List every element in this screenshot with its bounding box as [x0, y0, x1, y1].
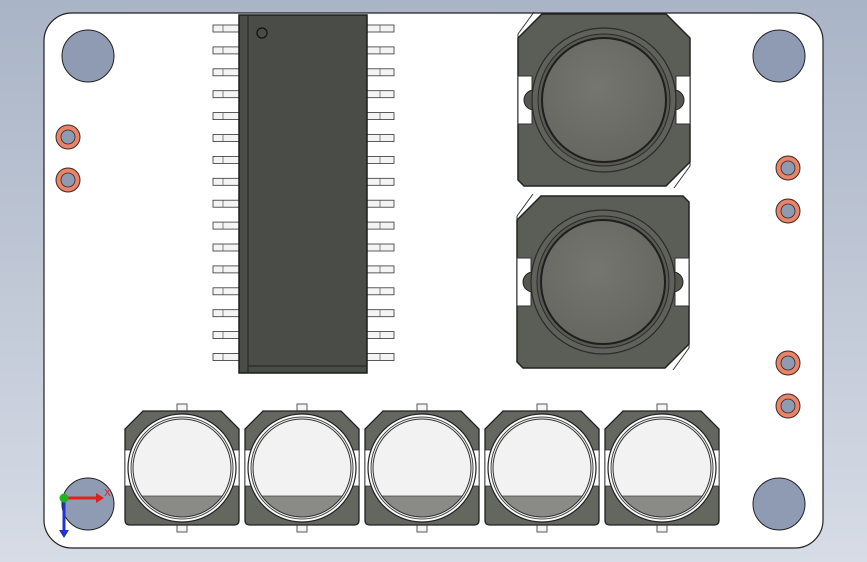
- pad-hole: [780, 203, 796, 219]
- ic-pin-left-3: [212, 68, 241, 77]
- capacitor-3[interactable]: [364, 403, 480, 533]
- pad-hole: [780, 160, 796, 176]
- ic-pin-left-11: [212, 243, 241, 252]
- ic-pin-left-9: [212, 199, 241, 208]
- mounting-hole-top-right[interactable]: [752, 29, 806, 83]
- ic-pin-right-11: [366, 243, 395, 252]
- capacitor-1[interactable]: [124, 403, 240, 533]
- ic-pin-left-13: [212, 287, 241, 296]
- pad-3[interactable]: [775, 155, 801, 181]
- pcb-model-view[interactable]: X: [0, 0, 867, 562]
- ic-pin-right-16: [366, 353, 395, 361]
- ic-pin-right-8: [366, 177, 395, 186]
- pad-hole: [780, 355, 796, 371]
- ic-pin-right-6: [366, 134, 395, 142]
- ic-pin-right-3: [366, 68, 395, 77]
- ic-pin-right-9: [366, 199, 395, 208]
- x-axis-label: X: [104, 488, 111, 499]
- ic-pin-right-10: [366, 221, 395, 230]
- cad-viewport[interactable]: X: [0, 0, 867, 562]
- pad-5[interactable]: [775, 350, 801, 376]
- ic-pin-right-1: [366, 24, 395, 33]
- inductor-1[interactable]: [517, 11, 691, 189]
- inductor-core: [540, 219, 666, 345]
- capacitor-4[interactable]: [484, 403, 600, 533]
- capacitor-5[interactable]: [604, 403, 720, 533]
- ic-pin-left-15: [212, 331, 241, 340]
- ic-pin-right-12: [366, 265, 395, 274]
- pad-hole: [780, 398, 796, 414]
- ic-pin-left-8: [212, 177, 241, 186]
- inductor-core: [541, 37, 667, 163]
- ic-package[interactable]: [212, 14, 395, 374]
- ic-pin-left-6: [212, 134, 241, 142]
- mounting-hole-bottom-right[interactable]: [752, 477, 806, 531]
- mounting-hole-top-left[interactable]: [61, 29, 115, 83]
- capacitor-2[interactable]: [244, 403, 360, 533]
- pad-hole: [60, 129, 76, 145]
- ic-pin-right-2: [366, 46, 395, 55]
- pad-1[interactable]: [55, 124, 81, 150]
- ic-pin-right-7: [366, 155, 395, 164]
- inductor-2[interactable]: [516, 193, 690, 371]
- ic-pin-left-1: [212, 24, 241, 33]
- ic-body[interactable]: [238, 14, 368, 374]
- ic-pin-right-5: [366, 112, 395, 120]
- pad-6[interactable]: [775, 393, 801, 419]
- ic-pin-left-2: [212, 46, 241, 55]
- ic-pin-left-5: [212, 112, 241, 120]
- pad-hole: [60, 172, 76, 188]
- ic-pin-left-16: [212, 353, 241, 361]
- mounting-hole-bottom-left[interactable]: [61, 477, 115, 531]
- capacitor-row: [124, 403, 720, 533]
- ic-pin-left-7: [212, 155, 241, 164]
- y-axis-dot: [59, 493, 69, 503]
- ic-pin-left-4: [212, 90, 241, 99]
- ic-pin-left-14: [212, 309, 241, 318]
- ic-pin-right-15: [366, 331, 395, 340]
- pad-2[interactable]: [55, 167, 81, 193]
- pad-4[interactable]: [775, 198, 801, 224]
- ic-pin-right-13: [366, 287, 395, 296]
- ic-pin-left-12: [212, 265, 241, 274]
- ic-pin-left-10: [212, 221, 241, 230]
- ic-pin-right-14: [366, 309, 395, 318]
- ic-pin-right-4: [366, 90, 395, 99]
